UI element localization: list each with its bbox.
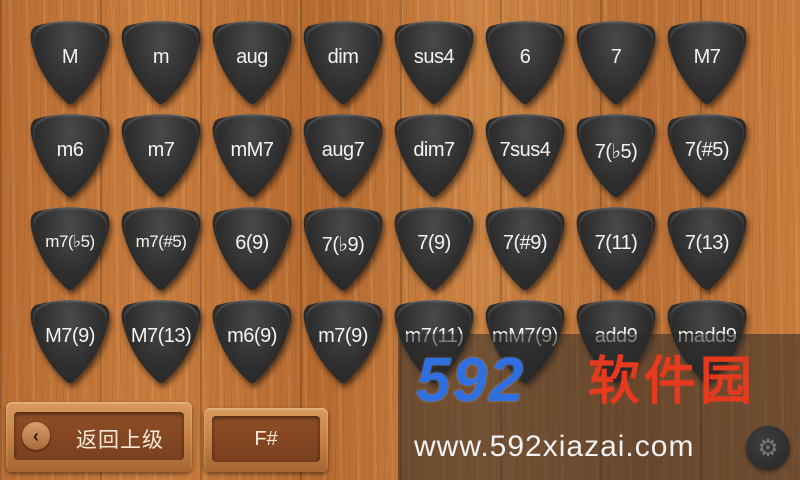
chord-pick[interactable]: m [121,18,201,104]
back-button-label: 返回上级 [76,429,164,452]
chord-label: 7 [610,46,622,68]
chord-pick[interactable]: aug [212,18,292,104]
chord-pick[interactable]: 7(13) [667,204,747,290]
chord-label: m7 [147,139,175,161]
chord-label: 6(9) [235,232,269,254]
key-label: F# [212,416,320,462]
chord-label: m [152,46,170,68]
chord-pick[interactable]: dim7 [394,111,474,197]
chord-pick[interactable]: dim [303,18,383,104]
chord-pick[interactable]: madd9 [667,297,747,383]
chord-label: dim [327,46,359,68]
chord-label: madd9 [677,325,737,347]
chord-label: 7(11) [594,232,638,254]
chord-label: M7(13) [130,325,192,347]
chord-label: mM7(9) [492,325,558,347]
chord-label: m6 [56,139,84,161]
chord-label: m7(11) [404,325,464,347]
chord-label: M [61,46,79,68]
chord-label: 7(♭5) [594,141,638,163]
chord-label: M7 [693,46,721,68]
chord-label: aug [236,46,268,68]
chord-label: 7(9) [417,232,451,254]
watermark-url: www.592xiazai.com [414,430,695,463]
chord-grid: M m aug dim sus4 6 7 M7 m6 m7 mM7 aug7 d… [30,18,747,377]
chord-label: add9 [594,325,638,347]
chord-label: m7(#5) [135,232,187,251]
chord-label: m7(♭5) [45,232,95,251]
chord-pick[interactable]: aug7 [303,111,383,197]
chord-pick[interactable]: add9 [576,297,656,383]
chord-label: sus4 [413,46,455,68]
chord-pick[interactable]: m6 [30,111,110,197]
chord-pick[interactable]: 7(11) [576,204,656,290]
key-select-button[interactable]: F# [204,408,328,472]
gear-icon[interactable]: ⚙ [746,426,790,470]
chord-pick[interactable]: m7(9) [303,297,383,383]
chord-pick[interactable]: 6(9) [212,204,292,290]
chord-pick[interactable]: 7(#9) [485,204,565,290]
chord-label: mM7 [230,139,274,161]
chord-pick[interactable]: M7(9) [30,297,110,383]
back-button[interactable]: ‹ 返回上级 [6,402,192,472]
chord-pick[interactable]: 7sus4 [485,111,565,197]
chord-pick[interactable]: m7 [121,111,201,197]
chord-label: 6 [519,46,531,68]
chord-label: 7sus4 [499,139,551,161]
chord-pick[interactable]: M7 [667,18,747,104]
chord-pick[interactable]: m6(9) [212,297,292,383]
chord-pick[interactable]: 7(9) [394,204,474,290]
chord-label: 7(♭9) [321,234,365,256]
chord-label: m6(9) [227,325,277,347]
chord-pick[interactable]: m7(♭5) [30,204,110,290]
chord-pick[interactable]: 7 [576,18,656,104]
chord-label: 7(#9) [502,232,548,254]
chord-label: dim7 [413,139,455,161]
chord-pick[interactable]: 7(#5) [667,111,747,197]
chord-label: m7(9) [318,325,368,347]
chord-pick[interactable]: M [30,18,110,104]
chord-pick[interactable]: mM7 [212,111,292,197]
chord-label: 7(13) [684,232,730,254]
chord-pick[interactable]: mM7(9) [485,297,565,383]
chord-label: aug7 [321,139,365,161]
chord-pick[interactable]: M7(13) [121,297,201,383]
chord-pick[interactable]: 7(♭9) [303,204,383,290]
chevron-left-icon: ‹ [22,422,50,450]
chord-pick[interactable]: 6 [485,18,565,104]
chord-label: 7(#5) [684,139,730,161]
chord-label: M7(9) [45,325,95,347]
chord-pick[interactable]: m7(#5) [121,204,201,290]
chord-pick[interactable]: m7(11) [394,297,474,383]
chord-pick[interactable]: sus4 [394,18,474,104]
chord-pick[interactable]: 7(♭5) [576,111,656,197]
